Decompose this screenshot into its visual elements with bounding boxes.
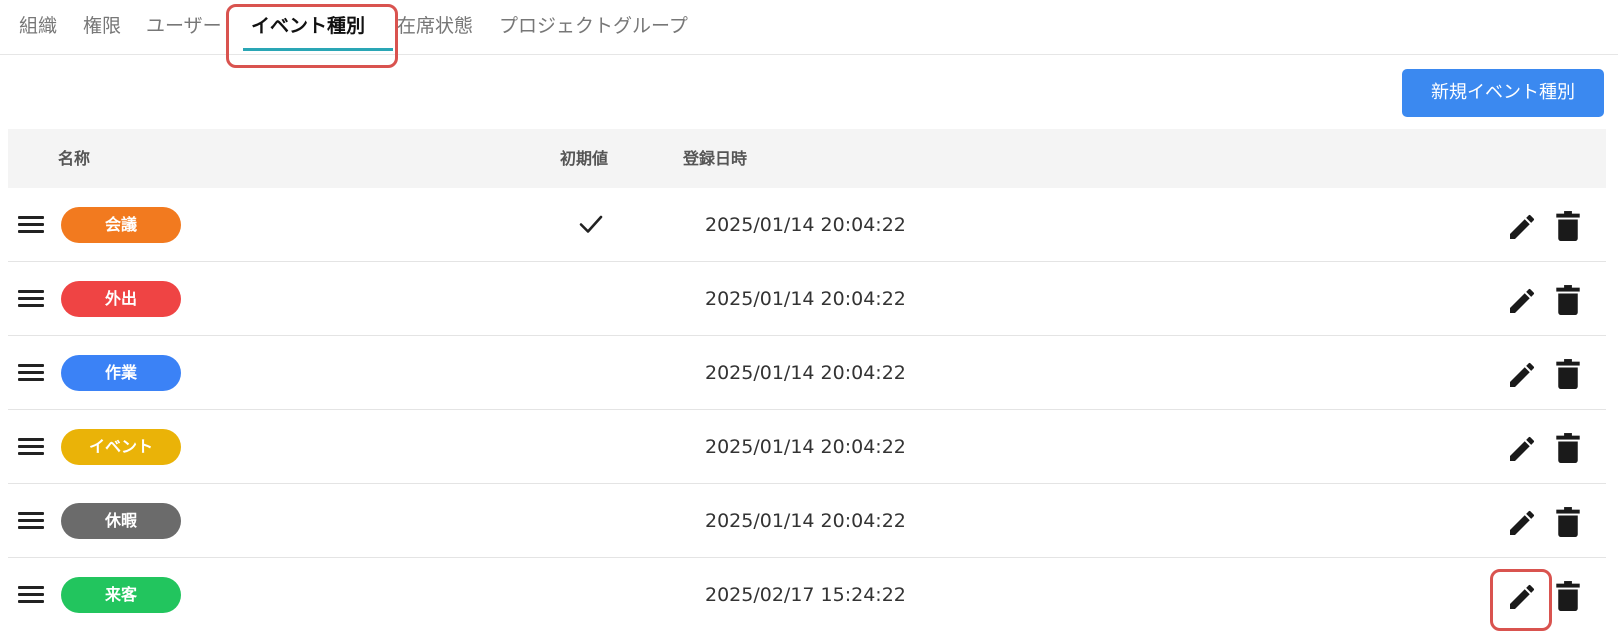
table-header: 名称 初期値 登録日時 <box>8 129 1606 188</box>
table-row: 外出 2025/01/14 20:04:22 <box>8 262 1606 336</box>
trash-icon <box>1556 433 1580 463</box>
tab-event-types[interactable]: イベント種別 <box>251 12 365 40</box>
drag-handle-icon[interactable] <box>18 363 44 383</box>
settings-tabs: 組織 権限 ユーザー イベント種別 在席状態 プロジェクトグループ <box>0 0 1618 55</box>
table-row: イベント 2025/01/14 20:04:22 <box>8 410 1606 484</box>
trash-icon <box>1556 581 1580 611</box>
delete-button[interactable] <box>1555 432 1581 464</box>
tab-presence-status[interactable]: 在席状態 <box>397 12 473 40</box>
drag-handle-icon[interactable] <box>18 289 44 309</box>
check-icon <box>578 212 604 236</box>
trash-icon <box>1556 211 1580 241</box>
active-tab-indicator <box>243 48 393 51</box>
pencil-icon <box>1510 288 1535 313</box>
trash-icon <box>1556 507 1580 537</box>
drag-handle-icon[interactable] <box>18 437 44 457</box>
registered-at: 2025/01/14 20:04:22 <box>705 510 906 532</box>
table-row: 休暇 2025/01/14 20:04:22 <box>8 484 1606 558</box>
registered-at: 2025/01/14 20:04:22 <box>705 214 906 236</box>
drag-handle-icon[interactable] <box>18 585 44 605</box>
tab-project-groups[interactable]: プロジェクトグループ <box>499 12 688 40</box>
registered-at: 2025/01/14 20:04:22 <box>705 436 906 458</box>
event-type-settings-page: 組織 権限 ユーザー イベント種別 在席状態 プロジェクトグループ 新規イベント… <box>0 0 1618 635</box>
delete-button[interactable] <box>1555 284 1581 316</box>
column-header-registered: 登録日時 <box>683 149 748 168</box>
table-row: 作業 2025/01/14 20:04:22 <box>8 336 1606 410</box>
edit-button[interactable] <box>1506 359 1538 391</box>
event-type-label: 休暇 <box>61 503 181 539</box>
new-event-type-button[interactable]: 新規イベント種別 <box>1402 69 1604 117</box>
edit-button[interactable] <box>1506 285 1538 317</box>
event-type-label: 会議 <box>61 207 181 243</box>
registered-at: 2025/01/14 20:04:22 <box>705 288 906 310</box>
edit-button[interactable] <box>1506 581 1538 613</box>
table-body: 会議 2025/01/14 20:04:22 外出 2025/01/14 20:… <box>8 188 1606 632</box>
pencil-icon <box>1510 436 1535 461</box>
delete-button[interactable] <box>1555 580 1581 612</box>
trash-icon <box>1556 359 1580 389</box>
edit-button[interactable] <box>1506 433 1538 465</box>
pencil-icon <box>1510 510 1535 535</box>
drag-handle-icon[interactable] <box>18 511 44 531</box>
tab-organization[interactable]: 組織 <box>19 12 57 40</box>
pencil-icon <box>1510 214 1535 239</box>
event-type-table: 名称 初期値 登録日時 会議 2025/01/14 20:04:22 外出 20… <box>8 129 1606 632</box>
pencil-icon <box>1510 584 1535 609</box>
delete-button[interactable] <box>1555 506 1581 538</box>
event-type-label: 外出 <box>61 281 181 317</box>
delete-button[interactable] <box>1555 358 1581 390</box>
column-header-name: 名称 <box>58 149 91 168</box>
edit-button[interactable] <box>1506 507 1538 539</box>
registered-at: 2025/02/17 15:24:22 <box>705 584 906 606</box>
registered-at: 2025/01/14 20:04:22 <box>705 362 906 384</box>
tab-permissions[interactable]: 権限 <box>83 12 121 40</box>
table-row: 会議 2025/01/14 20:04:22 <box>8 188 1606 262</box>
tab-users[interactable]: ユーザー <box>146 12 222 40</box>
event-type-label: イベント <box>61 429 181 465</box>
column-header-default: 初期値 <box>560 149 609 168</box>
edit-button[interactable] <box>1506 211 1538 243</box>
table-row: 来客 2025/02/17 15:24:22 <box>8 558 1606 632</box>
delete-button[interactable] <box>1555 210 1581 242</box>
event-type-label: 作業 <box>61 355 181 391</box>
pencil-icon <box>1510 362 1535 387</box>
drag-handle-icon[interactable] <box>18 215 44 235</box>
event-type-label: 来客 <box>61 577 181 613</box>
trash-icon <box>1556 285 1580 315</box>
